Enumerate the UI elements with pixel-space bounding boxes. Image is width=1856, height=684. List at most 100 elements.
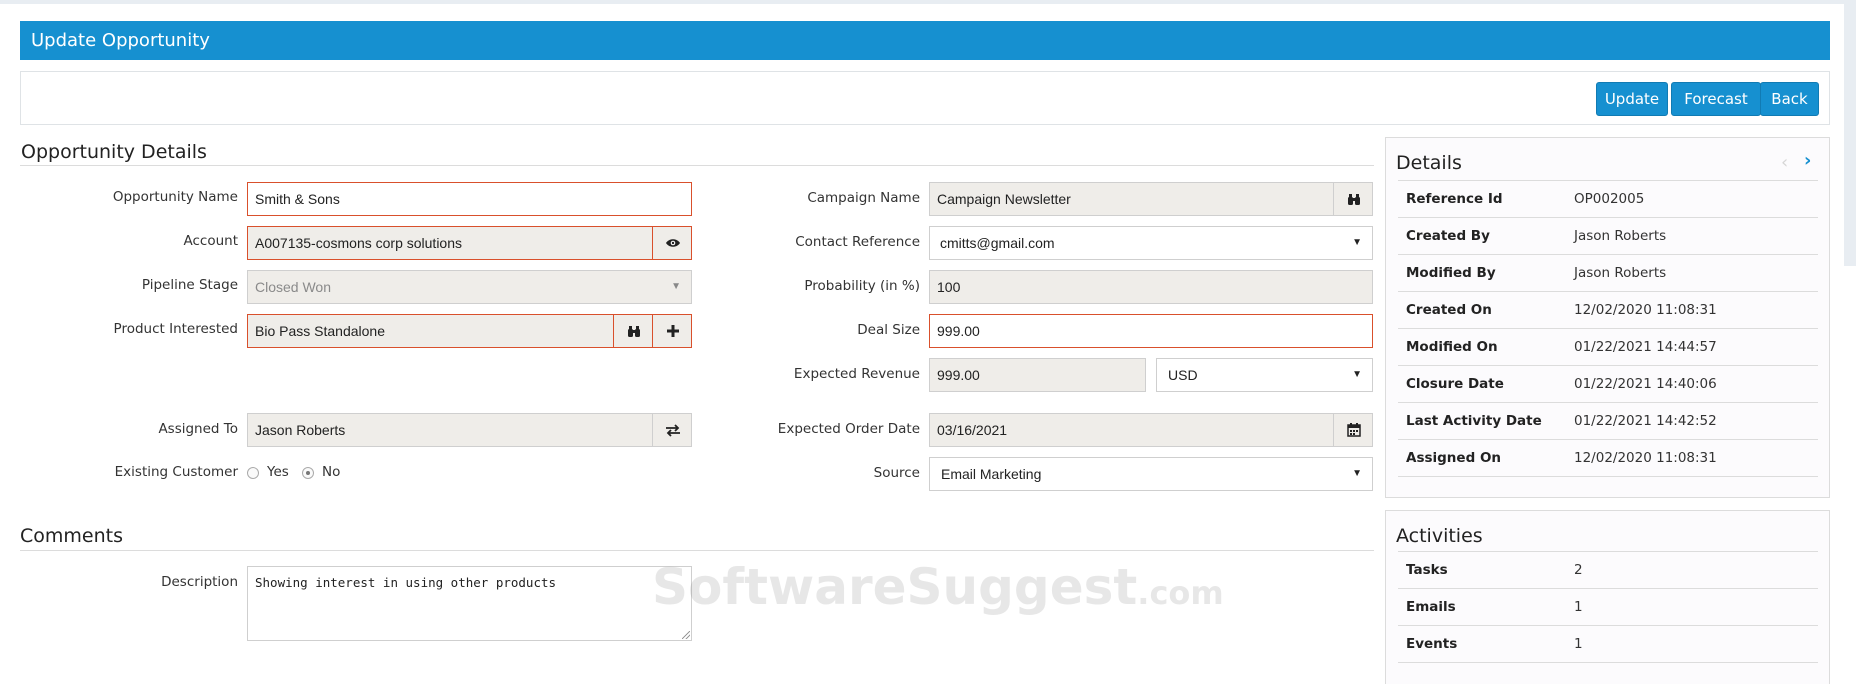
opportunity-name-label: Opportunity Name: [112, 189, 238, 205]
chevron-down-icon: ▼: [1352, 237, 1362, 248]
pipeline-stage-select[interactable]: Closed Won ▼: [247, 270, 692, 304]
section-divider: [20, 165, 1374, 166]
chevron-left-icon[interactable]: ‹: [1781, 152, 1788, 173]
details-row-key: Reference Id: [1406, 191, 1503, 207]
activities-row: Tasks 2: [1398, 551, 1818, 588]
pipeline-stage-label: Pipeline Stage: [141, 277, 238, 293]
section-title-comments: Comments: [20, 525, 123, 547]
binoculars-icon[interactable]: [613, 314, 653, 348]
section-title-opportunity-details: Opportunity Details: [21, 141, 207, 163]
description-value: Showing interest in using other products: [255, 575, 557, 590]
currency-value: USD: [1168, 367, 1198, 383]
account-input[interactable]: A007135-cosmons corp solutions: [247, 226, 692, 260]
product-interested-label: Product Interested: [113, 321, 238, 337]
contact-reference-label: Contact Reference: [795, 234, 920, 250]
chevron-down-icon: ▼: [1352, 468, 1362, 479]
details-row: Modified By Jason Roberts: [1398, 254, 1818, 291]
top-strip: [0, 0, 1856, 4]
assigned-to-value: Jason Roberts: [255, 422, 346, 438]
details-row-value: Jason Roberts: [1574, 265, 1667, 281]
plus-icon[interactable]: [652, 314, 692, 348]
details-row: Closure Date 01/22/2021 14:40:06: [1398, 365, 1818, 402]
activities-row-value: 1: [1574, 636, 1583, 652]
probability-label: Probability (in %): [804, 278, 920, 294]
contact-reference-select[interactable]: cmitts@gmail.com ▼: [929, 226, 1373, 260]
page-title: Update Opportunity: [20, 21, 1830, 60]
expected-order-date-input[interactable]: 03/16/2021: [929, 413, 1373, 447]
expected-revenue-input[interactable]: 999.00: [929, 358, 1146, 392]
details-row: Reference Id OP002005: [1398, 180, 1818, 217]
deal-size-label: Deal Size: [857, 322, 920, 338]
right-strip: [1844, 4, 1856, 266]
assigned-to-input[interactable]: Jason Roberts: [247, 413, 692, 447]
details-row: Last Activity Date 01/22/2021 14:42:52: [1398, 402, 1818, 439]
chevron-down-icon: ▼: [1352, 369, 1362, 380]
panel-divider: [1398, 476, 1818, 477]
campaign-name-input[interactable]: Campaign Newsletter: [929, 182, 1373, 216]
activities-row-key: Emails: [1406, 599, 1456, 615]
description-textarea[interactable]: Showing interest in using other products: [247, 566, 692, 641]
activities-panel: Activities Tasks 2 Emails 1 Events 1: [1385, 510, 1830, 684]
assigned-to-label: Assigned To: [158, 421, 238, 437]
details-row-key: Assigned On: [1406, 450, 1502, 466]
activities-panel-title: Activities: [1396, 525, 1483, 547]
section-divider: [20, 550, 1374, 551]
expected-order-date-label: Expected Order Date: [777, 421, 920, 437]
details-panel: Details ‹ › Reference Id OP002005 Created …: [1385, 137, 1830, 498]
source-label: Source: [873, 465, 920, 481]
existing-customer-no-radio[interactable]: [302, 467, 314, 479]
deal-size-input[interactable]: 999.00: [929, 314, 1373, 348]
details-row-key: Created By: [1406, 228, 1490, 244]
watermark: SoftwareSuggest.com: [652, 558, 1224, 616]
activities-row-key: Tasks: [1406, 562, 1448, 578]
activities-row: Emails 1: [1398, 588, 1818, 625]
details-row: Modified On 01/22/2021 14:44:57: [1398, 328, 1818, 365]
details-row-value: Jason Roberts: [1574, 228, 1667, 244]
back-button[interactable]: Back: [1760, 82, 1819, 116]
source-value: Email Marketing: [941, 466, 1042, 482]
details-row: Assigned On 12/02/2020 11:08:31: [1398, 439, 1818, 476]
calendar-icon[interactable]: [1333, 413, 1373, 447]
forecast-button[interactable]: Forecast: [1671, 82, 1761, 116]
expected-order-date-value: 03/16/2021: [937, 422, 1008, 438]
panel-divider: [1398, 662, 1818, 663]
details-row-value: 01/22/2021 14:42:52: [1574, 413, 1717, 429]
details-row-key: Modified By: [1406, 265, 1496, 281]
product-interested-input[interactable]: Bio Pass Standalone: [247, 314, 692, 348]
watermark-suffix: .com: [1137, 574, 1224, 612]
swap-icon[interactable]: [652, 413, 692, 447]
activities-row-key: Events: [1406, 636, 1458, 652]
chevron-down-icon: ▼: [671, 281, 681, 292]
activities-row: Events 1: [1398, 625, 1818, 662]
activities-row-value: 2: [1574, 562, 1583, 578]
action-toolbar: [20, 71, 1830, 125]
product-interested-value: Bio Pass Standalone: [255, 323, 385, 339]
binoculars-icon[interactable]: [1333, 182, 1373, 216]
currency-select[interactable]: USD ▼: [1156, 358, 1373, 392]
description-label: Description: [161, 574, 238, 590]
details-row-key: Last Activity Date: [1406, 413, 1542, 429]
eye-icon[interactable]: [652, 226, 692, 260]
details-row-key: Closure Date: [1406, 376, 1504, 392]
opportunity-name-input[interactable]: Smith & Sons: [247, 182, 692, 216]
details-panel-title: Details: [1396, 152, 1462, 174]
existing-customer-yes-radio[interactable]: [247, 467, 259, 479]
contact-reference-value: cmitts@gmail.com: [940, 235, 1055, 251]
expected-revenue-label: Expected Revenue: [793, 366, 920, 382]
details-row-key: Modified On: [1406, 339, 1498, 355]
pipeline-stage-value: Closed Won: [255, 279, 332, 295]
resize-handle[interactable]: [682, 631, 690, 639]
source-select[interactable]: Email Marketing ▼: [929, 457, 1373, 491]
watermark-main: SoftwareSuggest: [652, 558, 1138, 616]
update-button[interactable]: Update: [1596, 82, 1668, 116]
details-row-value: 01/22/2021 14:40:06: [1574, 376, 1717, 392]
details-row-value: 12/02/2020 11:08:31: [1574, 450, 1717, 466]
details-row-value: OP002005: [1574, 191, 1645, 207]
probability-input[interactable]: 100: [929, 270, 1373, 304]
campaign-name-label: Campaign Name: [807, 190, 920, 206]
details-row-key: Created On: [1406, 302, 1492, 318]
existing-customer-yes-label: Yes: [267, 464, 289, 480]
account-label: Account: [183, 233, 238, 249]
chevron-right-icon[interactable]: ›: [1804, 150, 1811, 171]
existing-customer-no-label: No: [322, 464, 341, 480]
